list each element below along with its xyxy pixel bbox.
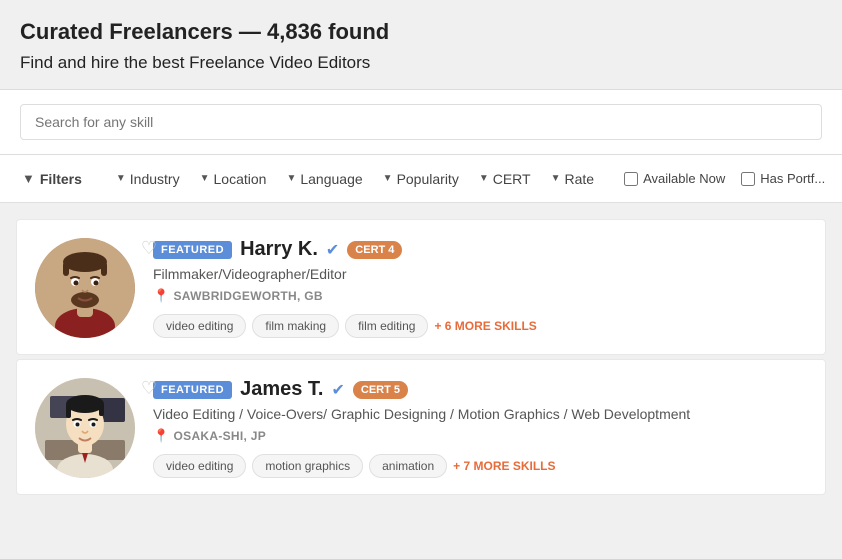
avatar-harry bbox=[35, 238, 135, 338]
arrow-icon: ▼ bbox=[383, 173, 393, 184]
verified-icon-harry: ✔ bbox=[326, 240, 339, 260]
freelancer-location-james: 📍 OSAKA-SHI, JP bbox=[153, 428, 807, 444]
search-bar-wrapper bbox=[0, 89, 842, 155]
skill-tag: video editing bbox=[153, 314, 246, 338]
freelancer-card-james: ♡ FEATURED James T. ✔ CERT 5 Video Editi… bbox=[16, 359, 826, 495]
skill-tag: video editing bbox=[153, 454, 246, 478]
page-title: Curated Freelancers — 4,836 found Find a… bbox=[20, 18, 822, 75]
card-header-james: FEATURED James T. ✔ CERT 5 bbox=[153, 378, 807, 401]
filters-bar: ▼ Filters ▼ Industry ▼ Location ▼ Langua… bbox=[0, 155, 842, 203]
funnel-icon: ▼ bbox=[22, 171, 35, 186]
card-content-harry: FEATURED Harry K. ✔ CERT 4 Filmmaker/Vid… bbox=[153, 238, 807, 338]
more-skills-james[interactable]: + 7 MORE SKILLS bbox=[453, 459, 555, 473]
filter-language-button[interactable]: ▼ Language bbox=[278, 165, 370, 193]
available-now-filter[interactable]: Available Now bbox=[618, 171, 731, 186]
arrow-icon: ▼ bbox=[479, 173, 489, 184]
verified-icon-james: ✔ bbox=[331, 380, 344, 400]
freelancer-name-james: James T. bbox=[240, 378, 323, 401]
freelancer-title-harry: Filmmaker/Videographer/Editor bbox=[153, 266, 807, 282]
avatar-james bbox=[35, 378, 135, 478]
has-portfolio-checkbox[interactable] bbox=[741, 172, 755, 186]
cert-badge-james: CERT 5 bbox=[353, 381, 408, 399]
arrow-icon: ▼ bbox=[116, 173, 126, 184]
available-now-checkbox[interactable] bbox=[624, 172, 638, 186]
avatar-wrapper-james: ♡ bbox=[35, 378, 135, 478]
card-header-harry: FEATURED Harry K. ✔ CERT 4 bbox=[153, 238, 807, 261]
filter-popularity-button[interactable]: ▼ Popularity bbox=[375, 165, 467, 193]
featured-badge-harry: FEATURED bbox=[153, 241, 232, 259]
location-icon-james: 📍 bbox=[153, 428, 170, 444]
arrow-icon: ▼ bbox=[551, 173, 561, 184]
featured-badge-james: FEATURED bbox=[153, 381, 232, 399]
location-icon-harry: 📍 bbox=[153, 288, 170, 304]
filter-cert-button[interactable]: ▼ CERT bbox=[471, 165, 539, 193]
skill-tag: film making bbox=[252, 314, 339, 338]
skill-tag: animation bbox=[369, 454, 447, 478]
arrow-icon: ▼ bbox=[200, 173, 210, 184]
skill-tag: motion graphics bbox=[252, 454, 363, 478]
page-subtitle: Find and hire the best Freelance Video E… bbox=[20, 53, 370, 72]
has-portfolio-filter[interactable]: Has Portf... bbox=[735, 171, 831, 186]
freelancer-name-harry: Harry K. bbox=[240, 238, 318, 261]
skills-row-james: video editing motion graphics animation … bbox=[153, 454, 807, 478]
cert-badge-harry: CERT 4 bbox=[347, 241, 402, 259]
freelancer-location-harry: 📍 SAWBRIDGEWORTH, GB bbox=[153, 288, 807, 304]
page-header: Curated Freelancers — 4,836 found Find a… bbox=[0, 0, 842, 89]
skill-tag: film editing bbox=[345, 314, 428, 338]
filter-rate-button[interactable]: ▼ Rate bbox=[543, 165, 602, 193]
favorite-icon-harry[interactable]: ♡ bbox=[141, 238, 157, 259]
filter-industry-button[interactable]: ▼ Industry bbox=[108, 165, 188, 193]
favorite-icon-james[interactable]: ♡ bbox=[141, 378, 157, 399]
filters-main-button[interactable]: ▼ Filters bbox=[12, 165, 92, 193]
arrow-icon: ▼ bbox=[286, 173, 296, 184]
freelancers-list: ♡ FEATURED Harry K. ✔ CERT 4 Filmmaker/V… bbox=[0, 203, 842, 511]
search-input[interactable] bbox=[20, 104, 822, 140]
skills-row-harry: video editing film making film editing +… bbox=[153, 314, 807, 338]
avatar-wrapper-harry: ♡ bbox=[35, 238, 135, 338]
more-skills-harry[interactable]: + 6 MORE SKILLS bbox=[434, 319, 536, 333]
freelancer-title-james: Video Editing / Voice-Overs/ Graphic Des… bbox=[153, 406, 807, 422]
card-content-james: FEATURED James T. ✔ CERT 5 Video Editing… bbox=[153, 378, 807, 478]
freelancer-card-harry: ♡ FEATURED Harry K. ✔ CERT 4 Filmmaker/V… bbox=[16, 219, 826, 355]
filter-location-button[interactable]: ▼ Location bbox=[192, 165, 275, 193]
